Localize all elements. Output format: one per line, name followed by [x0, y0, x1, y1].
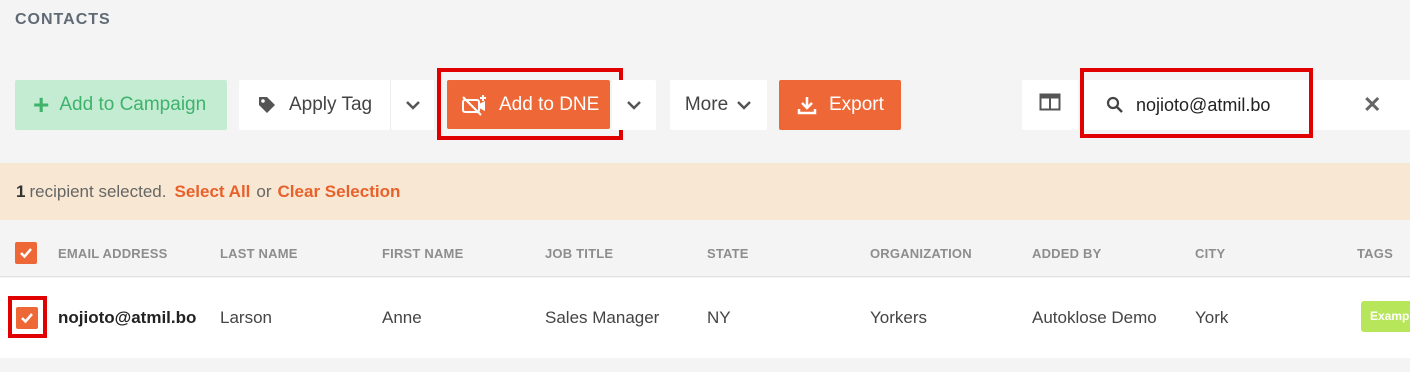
select-all-checkbox[interactable]	[15, 242, 37, 264]
selected-count: 1	[16, 181, 26, 201]
select-all-link[interactable]: Select All	[175, 182, 251, 202]
columns-button[interactable]	[1022, 80, 1078, 130]
table-row[interactable]: nojioto@atmil.bo Larson Anne Sales Manag…	[0, 278, 1410, 358]
selection-text: recipient selected.	[29, 181, 167, 201]
add-to-campaign-button[interactable]: + Add to Campaign	[15, 80, 227, 130]
export-label: Export	[829, 94, 884, 115]
cell-city: York	[1195, 308, 1229, 327]
row-checkbox-highlight-box	[8, 296, 47, 338]
search-highlight-box	[1080, 68, 1313, 138]
column-header-state[interactable]: STATE	[707, 246, 749, 261]
chevron-down-icon	[405, 94, 421, 116]
add-to-dne-dropdown-button[interactable]	[612, 80, 656, 130]
cell-organization: Yorkers	[870, 308, 928, 327]
column-header-tags[interactable]: TAGS	[1357, 246, 1393, 261]
apply-tag-dropdown-button[interactable]	[390, 80, 434, 130]
export-button[interactable]: Export	[779, 80, 901, 130]
more-label: More	[684, 94, 729, 115]
cell-first-name: Anne	[382, 308, 422, 327]
apply-tag-label: Apply Tag	[289, 94, 373, 115]
close-icon[interactable]: ✕	[1363, 92, 1381, 118]
download-icon	[797, 95, 817, 115]
cell-job-title: Sales Manager	[545, 308, 660, 327]
chevron-down-icon	[736, 100, 752, 110]
more-button[interactable]: More	[670, 80, 767, 130]
column-header-job-title[interactable]: JOB TITLE	[545, 246, 613, 261]
chevron-down-icon	[626, 94, 642, 116]
dne-highlight-box	[437, 68, 623, 140]
add-to-campaign-label: Add to Campaign	[59, 94, 207, 115]
column-header-last-name[interactable]: LAST NAME	[220, 246, 298, 261]
cell-state: NY	[707, 308, 731, 327]
clear-selection-link[interactable]: Clear Selection	[278, 182, 401, 202]
columns-icon	[1039, 93, 1061, 117]
column-header-first-name[interactable]: FIRST NAME	[382, 246, 463, 261]
column-header-city[interactable]: CITY	[1195, 246, 1225, 261]
apply-tag-button[interactable]: Apply Tag	[239, 80, 390, 130]
cell-added-by: Autoklose Demo	[1032, 308, 1157, 327]
plus-icon: +	[33, 89, 50, 120]
tag-icon	[257, 95, 277, 115]
cell-email[interactable]: nojioto@atmil.bo	[58, 308, 196, 328]
column-header-organization[interactable]: ORGANIZATION	[870, 246, 972, 261]
selection-banner: 1 recipient selected. Select All or Clea…	[0, 163, 1410, 220]
cell-last-name: Larson	[220, 308, 272, 327]
table-header: EMAIL ADDRESS LAST NAME FIRST NAME JOB T…	[0, 222, 1410, 277]
check-icon	[20, 248, 32, 259]
column-header-email[interactable]: EMAIL ADDRESS	[58, 246, 168, 261]
column-header-added-by[interactable]: ADDED BY	[1032, 246, 1102, 261]
page-title: CONTACTS	[15, 11, 111, 28]
or-text: or	[256, 181, 272, 201]
tag-badge[interactable]: Examp	[1361, 301, 1410, 332]
